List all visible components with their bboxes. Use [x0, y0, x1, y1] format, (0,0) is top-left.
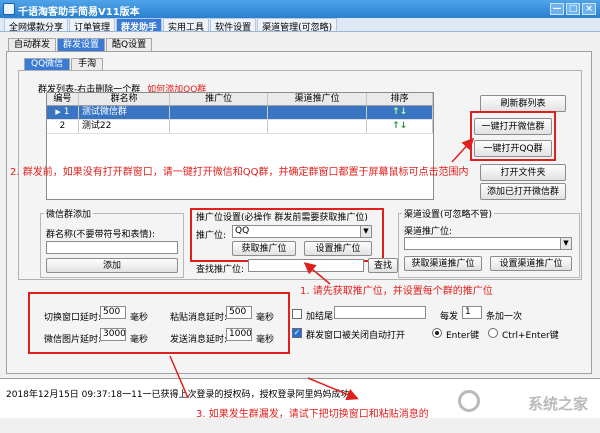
row-group-name: 测试22	[79, 120, 171, 133]
every-count-input[interactable]: 1	[462, 306, 482, 319]
enter-key-radio[interactable]	[432, 328, 442, 338]
row-pid	[170, 120, 268, 133]
close-button[interactable]: ×	[582, 3, 596, 15]
pid-select[interactable]: QQ ▼	[232, 225, 372, 238]
send-delay-input[interactable]: 1000	[226, 328, 252, 341]
annotation-3: 3. 如果发生群漏发，请试下把切换窗口和粘贴消息的	[196, 409, 429, 420]
channel-pid-label: 渠道推广位:	[404, 227, 453, 237]
annotation-1: 1. 请先获取推广位，并设置每个群的推广位	[300, 286, 493, 297]
add-opened-wechat-button[interactable]: 添加已打开微信群	[480, 183, 566, 200]
chevron-down-icon: ▼	[560, 238, 571, 249]
annotation-2: 2. 群发前，如果没有打开群窗口，请一键打开微信和QQ群，并确定群窗口都置于屏幕…	[10, 167, 469, 178]
row-group-name: 测试微信群	[79, 106, 171, 119]
image-delay-input[interactable]: 3000	[100, 328, 126, 341]
pid-search-input[interactable]	[248, 259, 364, 272]
tab-utilities[interactable]: 实用工具	[163, 18, 210, 33]
channel-setting-title: 渠道设置(可忽略不管)	[402, 207, 495, 220]
set-pid-button[interactable]: 设置推广位	[304, 241, 372, 256]
group-table[interactable]: 编号 群名称 推广位 渠道推广位 排序 ▶ 1 测试微信群 ↑↓ 2 测试22 …	[46, 92, 434, 200]
platform-tab-bar: QQ微信 手淘	[24, 58, 104, 70]
group-name-input[interactable]	[46, 241, 178, 254]
tab-send-settings[interactable]: 群发设置	[57, 38, 106, 51]
ctrl-enter-key-radio[interactable]	[488, 328, 498, 338]
get-pid-button[interactable]: 获取推广位	[232, 241, 296, 256]
table-row[interactable]: 2 测试22 ↑↓	[47, 120, 433, 134]
tail-text-input[interactable]	[334, 306, 426, 319]
col-number[interactable]: 编号	[47, 93, 79, 105]
table-header: 编号 群名称 推广位 渠道推广位 排序	[47, 93, 434, 106]
row-marker-icon: ▶	[55, 108, 61, 116]
window-controls: — □ ×	[550, 3, 596, 15]
chevron-down-icon: ▼	[360, 226, 371, 237]
main-tab-bar: 全网爆款分享 订单管理 群发助手 实用工具 软件设置 渠道管理(可忽略)	[0, 18, 600, 33]
col-group-name[interactable]: 群名称	[79, 93, 171, 105]
send-delay-label: 发送消息延时:	[170, 335, 228, 345]
enter-key-label: Enter键	[446, 331, 480, 341]
pid-search-label: 查找推广位:	[196, 265, 245, 275]
maximize-button[interactable]: □	[566, 3, 580, 15]
watermark-logo-icon	[458, 390, 480, 412]
row-pid	[170, 106, 268, 119]
image-delay-label: 微信图片延时:	[44, 335, 102, 345]
add-group-button[interactable]: 添加	[46, 258, 178, 273]
sub-tab-bar: 自动群发 群发设置 酷Q设置	[8, 38, 153, 51]
watermark: 系统之家	[527, 395, 588, 413]
wechat-add-title: 微信群添加	[44, 207, 94, 220]
open-wechat-groups-button[interactable]: 一键打开微信群	[474, 118, 552, 135]
window-title: 千语淘客助手简易V11版本	[18, 7, 140, 18]
table-row[interactable]: ▶ 1 测试微信群 ↑↓	[47, 106, 433, 120]
tab-qq-wechat[interactable]: QQ微信	[24, 58, 71, 70]
app-icon	[3, 3, 15, 15]
tab-group-send-assistant[interactable]: 群发助手	[116, 18, 163, 33]
row-channel-pid	[268, 120, 368, 133]
unit-label: 毫秒	[256, 313, 275, 323]
open-folder-button[interactable]: 打开文件夹	[480, 164, 566, 181]
ctrl-enter-key-label: Ctrl+Enter键	[502, 331, 559, 341]
tab-auto-send[interactable]: 自动群发	[8, 38, 57, 51]
title-bar: 千语淘客助手简易V11版本 — □ ×	[0, 0, 600, 18]
log-line: 2018年12月15日 09:37:18一11一已获得上次登录的授权码，授权登录…	[6, 390, 354, 400]
group-name-label: 群名称(不要带符号和表情):	[46, 230, 156, 240]
get-channel-pid-button[interactable]: 获取渠道推广位	[404, 256, 482, 271]
paste-delay-input[interactable]: 500	[226, 306, 252, 319]
switch-delay-input[interactable]: 500	[100, 306, 126, 319]
add-tail-label: 加结尾	[306, 312, 334, 322]
refresh-group-list-button[interactable]: 刷新群列表	[480, 95, 566, 112]
paste-delay-label: 粘贴消息延时:	[170, 313, 228, 323]
col-pid[interactable]: 推广位	[170, 93, 268, 105]
sort-arrows-icon[interactable]: ↑↓	[367, 120, 433, 133]
tab-coolq-settings[interactable]: 酷Q设置	[106, 38, 153, 51]
tab-channel-management[interactable]: 渠道管理(可忽略)	[257, 18, 338, 33]
row-channel-pid	[268, 106, 368, 119]
every-suffix-label: 条加一次	[486, 312, 523, 322]
tab-software-settings[interactable]: 软件设置	[210, 18, 257, 33]
switch-delay-label: 切换窗口延时:	[44, 313, 102, 323]
auto-reopen-label: 群发窗口被关闭自动打开	[306, 331, 406, 341]
open-qq-groups-button[interactable]: 一键打开QQ群	[474, 140, 552, 157]
channel-pid-select[interactable]: ▼	[404, 237, 572, 250]
pid-label: 推广位:	[196, 231, 227, 241]
minimize-button[interactable]: —	[550, 3, 564, 15]
tab-order-management[interactable]: 订单管理	[69, 18, 116, 33]
every-label: 每发	[440, 312, 459, 322]
unit-label: 毫秒	[130, 313, 149, 323]
unit-label: 毫秒	[130, 335, 149, 345]
pid-search-button[interactable]: 查找	[368, 258, 398, 273]
unit-label: 毫秒	[256, 335, 275, 345]
col-channel-pid[interactable]: 渠道推广位	[268, 93, 368, 105]
set-channel-pid-button[interactable]: 设置渠道推广位	[490, 256, 572, 271]
col-sort[interactable]: 排序	[367, 93, 434, 105]
sort-arrows-icon[interactable]: ↑↓	[367, 106, 433, 119]
tab-mobile-taobao[interactable]: 手淘	[71, 58, 104, 70]
tab-hot-share[interactable]: 全网爆款分享	[4, 18, 69, 33]
pid-setting-title: 推广位设置(必操作 群发前需要获取推广位)	[194, 210, 370, 223]
add-tail-checkbox[interactable]	[292, 309, 302, 319]
auto-reopen-checkbox[interactable]: ✓	[292, 328, 302, 338]
